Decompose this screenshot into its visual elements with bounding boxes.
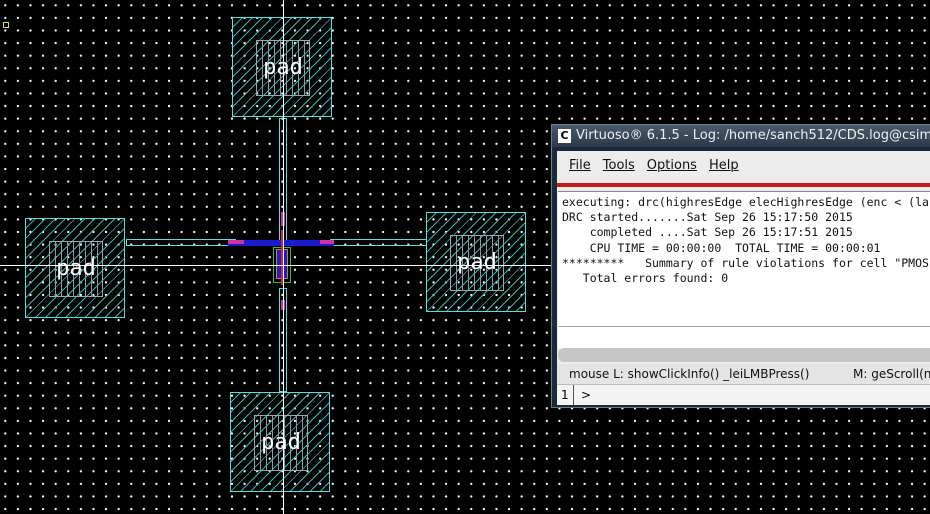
wire-left [126,239,236,246]
pad-left[interactable]: pad [25,218,125,318]
window-title: Virtuoso® 6.1.5 - Log: /home/sanch512/CD… [576,128,930,143]
log-line: DRC started.......Sat Sep 26 15:17:50 20… [562,210,853,225]
horizontal-scrollbar[interactable] [558,348,930,362]
menu-file[interactable]: File [569,151,591,181]
via-left [228,240,244,244]
mouse-status-bar: mouse L: showClickInfo() _leiLMBPress() … [557,364,930,384]
pad-label: pad [254,415,308,471]
cadence-app-icon: C [558,129,571,143]
pad-right[interactable]: pad [426,212,526,312]
pad-bottom[interactable]: pad [230,392,330,492]
command-number: 1 [559,385,574,405]
log-window[interactable]: C Virtuoso® 6.1.5 - Log: /home/sanch512/… [551,124,930,408]
pad-label: pad [450,235,504,291]
command-prompt: > [581,388,592,402]
log-line: ********* Summary of rule violations for… [562,255,929,270]
crosshair-horizontal [0,265,551,266]
menu-help[interactable]: Help [709,151,739,181]
command-line[interactable]: 1 > [557,384,930,405]
status-left: mouse L: showClickInfo() _leiLMBPress() [569,367,810,381]
log-line: CPU TIME = 00:00:00 TOTAL TIME = 00:00:0… [562,240,881,255]
menu-options[interactable]: Options [647,151,697,181]
origin-marker-icon [3,22,9,28]
pad-label: pad [49,241,103,297]
via-right [320,240,334,244]
wire-right [330,239,427,246]
log-line: Total errors found: 0 [562,271,729,286]
log-line: completed ....Sat Sep 26 15:17:51 2015 [562,225,853,240]
status-middle: M: geScroll(n [853,367,930,381]
menu-tools[interactable]: Tools [603,151,635,181]
log-line: executing: drc(highresEdge elecHighresEd… [562,195,929,209]
menu-bar: File Tools Options Help [557,151,930,181]
window-titlebar[interactable]: C Virtuoso® 6.1.5 - Log: /home/sanch512/… [552,125,930,147]
command-input-area[interactable] [558,326,930,349]
pad-top[interactable]: pad [232,17,332,117]
separator-bar [557,183,930,187]
crosshair-vertical [283,0,284,514]
log-output[interactable]: executing: drc(highresEdge elecHighresEd… [558,191,930,326]
